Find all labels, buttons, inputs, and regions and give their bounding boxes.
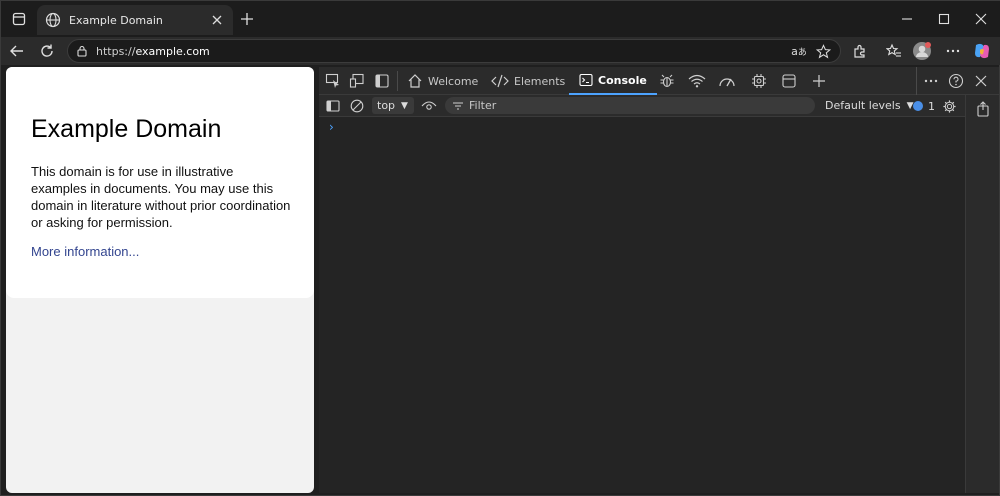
home-icon [407,73,423,89]
tab-console-label: Console [598,73,647,87]
device-emulation-icon[interactable] [347,71,367,91]
sidebar-toggle-icon[interactable] [323,96,343,116]
close-window-icon[interactable] [969,7,993,31]
issues-counter[interactable]: 1 [913,98,935,114]
minimize-icon[interactable] [895,7,919,31]
browser-window: Example Domain https://example.com a あ E… [0,0,1000,496]
navigation-bar: https://example.com aあ [1,37,1000,65]
address-bar[interactable]: https://example.com aあ [67,39,841,63]
url-host: example.com [135,44,210,58]
console-icon [579,73,593,87]
globe-icon [45,12,61,28]
console-settings-gear-icon[interactable] [939,96,959,116]
console-filter-input[interactable]: Filter [445,97,815,114]
url-text[interactable]: https://example.com [96,45,784,58]
more-information-link[interactable]: More information... [31,244,139,259]
filter-icon [453,101,463,110]
close-devtools-icon[interactable] [971,71,991,91]
tab-bar: Example Domain [1,1,1000,37]
live-expression-eye-icon[interactable] [419,96,439,116]
devtools-side-panel [965,95,999,493]
context-selector[interactable]: top ▼ [372,97,414,114]
page-viewport: Example Domain This domain is for use in… [6,67,314,493]
console-output[interactable]: › [319,117,965,493]
refresh-icon[interactable] [35,39,59,63]
issues-count: 1 [928,99,935,113]
log-levels-label: Default levels [825,99,901,112]
inspect-element-icon[interactable] [323,71,343,91]
application-panel-icon[interactable] [779,71,799,91]
clear-console-icon[interactable] [347,96,367,116]
issue-bubble-icon [913,101,923,111]
tab-elements[interactable]: Elements [491,67,565,95]
read-aloud-icon[interactable]: aあ [790,42,808,60]
page-heading: Example Domain [31,115,222,143]
tab-console[interactable]: Console [569,67,657,95]
favorites-icon[interactable] [883,40,905,62]
tab-title: Example Domain [69,13,163,27]
console-toolbar: top ▼ Filter Default levels ▼ 1 [319,95,965,117]
back-icon[interactable] [5,39,29,63]
performance-gauge-icon[interactable] [717,71,737,91]
maximize-icon[interactable] [932,7,956,31]
activity-bar-icon[interactable] [973,99,993,119]
new-tab-icon[interactable] [237,9,257,29]
code-icon [491,74,509,88]
filter-placeholder: Filter [469,99,497,112]
browser-tab[interactable]: Example Domain [37,5,233,35]
close-tab-icon[interactable] [209,12,225,28]
devtools-panel: Welcome Elements Console top ▼ Filter De… [319,67,999,493]
chevron-down-icon: ▼ [401,100,408,111]
more-tools-icon[interactable] [921,71,941,91]
copilot-icon[interactable] [971,40,993,62]
tab-welcome-label: Welcome [428,74,479,88]
bug-icon[interactable] [657,71,677,91]
network-wifi-icon[interactable] [687,71,707,91]
profile-avatar[interactable] [911,40,933,62]
memory-chip-icon[interactable] [749,71,769,91]
favorite-star-icon[interactable] [814,42,832,60]
context-value: top [377,99,396,112]
dock-side-icon[interactable] [372,71,392,91]
lock-icon[interactable] [76,45,88,57]
toolbar-divider [397,71,398,91]
extensions-icon[interactable] [849,40,871,62]
tab-welcome[interactable]: Welcome [407,67,478,95]
add-panel-icon[interactable] [809,71,829,91]
content-card: Example Domain This domain is for use in… [6,67,314,298]
tab-actions-icon[interactable] [7,7,31,31]
tab-elements-label: Elements [514,74,566,88]
devtools-tab-bar: Welcome Elements Console [319,67,999,95]
help-icon[interactable] [946,71,966,91]
page-paragraph: This domain is for use in illustrative e… [31,164,291,230]
url-scheme: https:// [96,44,136,58]
console-prompt[interactable]: › [329,120,334,134]
more-options-icon[interactable] [942,40,964,62]
toolbar-divider [916,67,917,95]
log-levels-dropdown[interactable]: Default levels ▼ [825,97,914,114]
